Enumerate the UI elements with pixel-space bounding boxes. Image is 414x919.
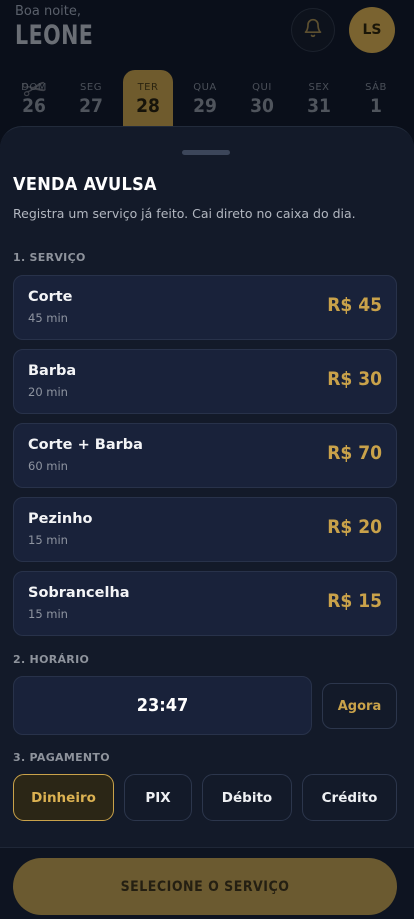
day-weekday: QUA bbox=[193, 82, 217, 93]
now-button[interactable]: Agora bbox=[322, 683, 397, 729]
day-date: 29 bbox=[193, 95, 217, 117]
service-price: R$ 70 bbox=[327, 442, 382, 464]
day-weekday: DOM bbox=[21, 82, 47, 93]
payment-section-label: 3. PAGAMENTO bbox=[13, 751, 110, 764]
sheet-subtitle: Registra um serviço já feito. Cai direto… bbox=[13, 206, 356, 221]
service-name: Sobrancelha bbox=[28, 585, 130, 601]
service-price: R$ 20 bbox=[327, 516, 382, 538]
select-service-button[interactable]: SELECIONE O SERVIÇO bbox=[13, 858, 397, 915]
service-duration: 60 min bbox=[28, 459, 68, 473]
payment-option-credito[interactable]: Crédito bbox=[302, 774, 397, 821]
time-input[interactable]: 23:47 bbox=[13, 676, 312, 735]
user-name: LEONE bbox=[15, 20, 94, 51]
day-thu[interactable]: QUI 30 bbox=[237, 70, 287, 132]
service-name: Barba bbox=[28, 363, 77, 379]
service-price: R$ 45 bbox=[327, 294, 382, 316]
week-day-selector: DOM 26 SEG 27 TER 28 QUA 29 QUI 30 SEX 3… bbox=[6, 70, 408, 132]
greeting-text: Boa noite, bbox=[15, 4, 82, 19]
day-weekday: SÁB bbox=[365, 82, 387, 93]
day-date: 30 bbox=[250, 95, 274, 117]
service-option-corte-barba[interactable]: Corte + Barba 60 min R$ 70 bbox=[13, 423, 397, 488]
bell-icon bbox=[303, 18, 323, 42]
day-mon[interactable]: SEG 27 bbox=[66, 70, 116, 132]
service-duration: 15 min bbox=[28, 607, 68, 621]
day-sat[interactable]: SÁB 1 bbox=[351, 70, 401, 132]
day-date: 28 bbox=[136, 95, 160, 117]
service-name: Corte bbox=[28, 289, 73, 305]
time-section-label: 2. HORÁRIO bbox=[13, 653, 90, 666]
day-weekday: QUI bbox=[252, 82, 272, 93]
quick-sale-sheet: VENDA AVULSA Registra um serviço já feit… bbox=[0, 126, 414, 919]
service-price: R$ 30 bbox=[327, 368, 382, 390]
sheet-drag-handle[interactable] bbox=[182, 150, 230, 155]
day-date: 1 bbox=[370, 95, 382, 117]
day-weekday: SEG bbox=[80, 82, 102, 93]
service-duration: 20 min bbox=[28, 385, 68, 399]
payment-option-debito[interactable]: Débito bbox=[202, 774, 292, 821]
service-name: Pezinho bbox=[28, 511, 93, 527]
service-section-label: 1. SERVIÇO bbox=[13, 251, 86, 264]
sheet-title: VENDA AVULSA bbox=[13, 174, 157, 195]
service-duration: 45 min bbox=[28, 311, 68, 325]
day-wed[interactable]: QUA 29 bbox=[180, 70, 230, 132]
sheet-footer: SELECIONE O SERVIÇO bbox=[0, 848, 414, 919]
payment-option-dinheiro[interactable]: Dinheiro bbox=[13, 774, 114, 821]
avatar[interactable]: LS bbox=[349, 7, 395, 53]
service-name: Corte + Barba bbox=[28, 437, 143, 453]
notifications-button[interactable] bbox=[291, 8, 335, 52]
day-date: 26 bbox=[22, 95, 46, 117]
service-price: R$ 15 bbox=[327, 590, 382, 612]
day-weekday: TER bbox=[137, 82, 159, 93]
day-tue[interactable]: TER 28 bbox=[123, 70, 173, 132]
service-option-barba[interactable]: Barba 20 min R$ 30 bbox=[13, 349, 397, 414]
service-option-corte[interactable]: Corte 45 min R$ 45 bbox=[13, 275, 397, 340]
service-option-sobrancelha[interactable]: Sobrancelha 15 min R$ 15 bbox=[13, 571, 397, 636]
service-duration: 15 min bbox=[28, 533, 68, 547]
day-sun[interactable]: DOM 26 bbox=[9, 70, 59, 132]
day-date: 27 bbox=[79, 95, 103, 117]
day-weekday: SEX bbox=[308, 82, 330, 93]
day-date: 31 bbox=[307, 95, 331, 117]
day-fri[interactable]: SEX 31 bbox=[294, 70, 344, 132]
payment-option-pix[interactable]: PIX bbox=[124, 774, 192, 821]
service-option-pezinho[interactable]: Pezinho 15 min R$ 20 bbox=[13, 497, 397, 562]
